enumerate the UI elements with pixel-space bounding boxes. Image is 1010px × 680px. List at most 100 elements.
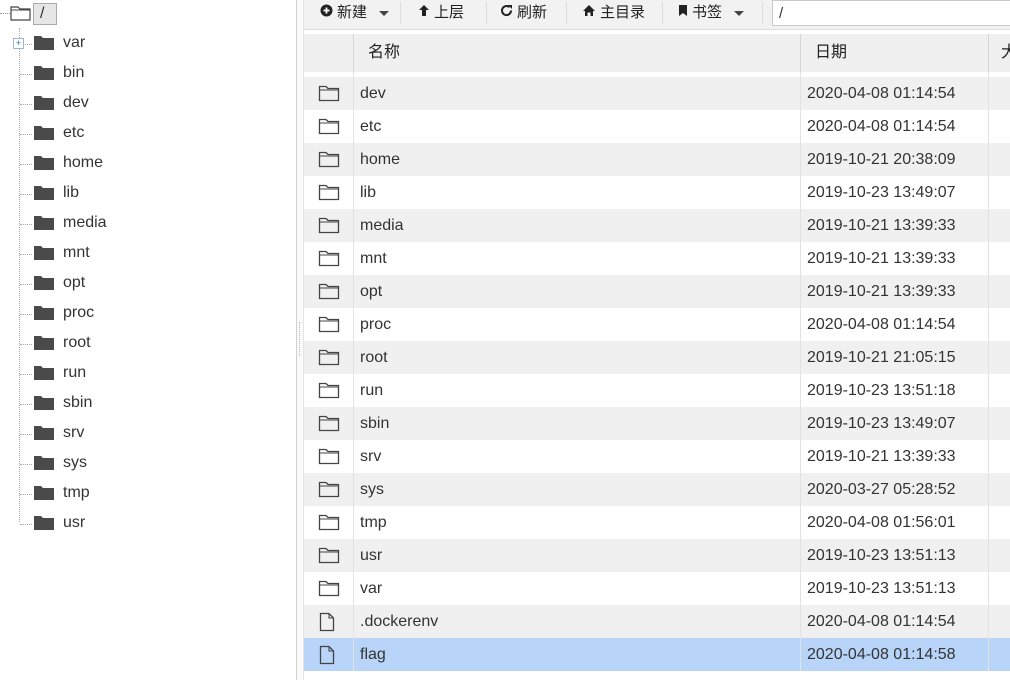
row-date: 2019-10-21 13:39:33 — [801, 440, 989, 473]
tree-connector — [20, 374, 32, 375]
table-row[interactable]: media 2019-10-21 13:39:33 — [304, 209, 1010, 242]
plus-circle-icon — [320, 1, 333, 25]
row-icon-cell — [304, 110, 354, 143]
tree-item-var[interactable]: + var — [0, 29, 290, 59]
up-level-button[interactable]: 上层 — [418, 0, 464, 26]
arrow-up-icon — [418, 1, 430, 25]
table-row[interactable]: proc 2020-04-08 01:14:54 — [304, 308, 1010, 341]
row-size — [989, 638, 1010, 671]
toolbar-divider — [762, 2, 763, 24]
row-date: 2019-10-23 13:49:07 — [801, 407, 989, 440]
row-date: 2019-10-21 21:05:15 — [801, 341, 989, 374]
tree-item-usr[interactable]: usr — [0, 509, 290, 539]
table-row[interactable]: srv 2019-10-21 13:39:33 — [304, 440, 1010, 473]
table-row[interactable]: etc 2020-04-08 01:14:54 — [304, 110, 1010, 143]
row-name: root — [354, 341, 801, 374]
new-button[interactable]: 新建 — [320, 0, 390, 26]
refresh-button[interactable]: 刷新 — [500, 0, 547, 26]
table-row[interactable]: usr 2019-10-23 13:51:13 — [304, 539, 1010, 572]
row-name: mnt — [354, 242, 801, 275]
table-row[interactable]: var 2019-10-23 13:51:13 — [304, 572, 1010, 605]
tree-item-label: srv — [63, 424, 85, 441]
tree-item-proc[interactable]: proc — [0, 299, 290, 329]
table-row[interactable]: tmp 2020-04-08 01:56:01 — [304, 506, 1010, 539]
column-header-size[interactable]: 大 — [989, 34, 1010, 72]
tree-item-sys[interactable]: sys — [0, 449, 290, 479]
row-name: .dockerenv — [354, 605, 801, 638]
splitter-grip[interactable] — [299, 322, 302, 356]
row-icon-cell — [304, 473, 354, 506]
tree-item-label: mnt — [63, 244, 90, 261]
row-date: 2019-10-21 13:39:33 — [801, 242, 989, 275]
chevron-down-icon — [734, 10, 745, 16]
tree-connector — [20, 164, 32, 165]
tree-item-label: home — [63, 154, 104, 171]
row-date: 2020-04-08 01:14:54 — [801, 110, 989, 143]
bookmark-button[interactable]: 书签 — [678, 0, 745, 26]
path-input[interactable] — [772, 0, 1010, 26]
tree-item-label: lib — [63, 184, 80, 201]
folder-icon — [33, 275, 55, 296]
tree-item-label: var — [63, 34, 86, 51]
row-name: sys — [354, 473, 801, 506]
tree-item-media[interactable]: media — [0, 209, 290, 239]
row-name: opt — [354, 275, 801, 308]
tree-item-run[interactable]: run — [0, 359, 290, 389]
tree-connector — [20, 224, 32, 225]
tree-connector — [20, 74, 32, 75]
file-grid: 名称 日期 大 dev 2020-04-08 01:14:54 etc 2020-04… — [304, 34, 1010, 680]
column-header-date[interactable]: 日期 — [801, 34, 989, 72]
row-icon-cell — [304, 506, 354, 539]
row-size — [989, 110, 1010, 143]
tree-item-etc[interactable]: etc — [0, 119, 290, 149]
table-row[interactable]: sbin 2019-10-23 13:49:07 — [304, 407, 1010, 440]
tree-root-label[interactable]: / — [33, 3, 57, 25]
table-row[interactable]: root 2019-10-21 21:05:15 — [304, 341, 1010, 374]
table-row[interactable]: .dockerenv 2020-04-08 01:14:54 — [304, 605, 1010, 638]
folder-icon — [33, 155, 55, 176]
row-size — [989, 374, 1010, 407]
tree-item-mnt[interactable]: mnt — [0, 239, 290, 269]
row-icon-cell — [304, 605, 354, 638]
table-row[interactable]: home 2019-10-21 20:38:09 — [304, 143, 1010, 176]
expand-plus-icon[interactable]: + — [13, 38, 24, 49]
new-button-label: 新建 — [337, 4, 368, 21]
row-icon-cell — [304, 572, 354, 605]
tree-connector — [20, 494, 32, 495]
tree-item-opt[interactable]: opt — [0, 269, 290, 299]
row-name: usr — [354, 539, 801, 572]
folder-icon — [33, 515, 55, 536]
tree-item-root[interactable]: root — [0, 329, 290, 359]
toolbar-divider — [400, 2, 401, 24]
row-icon-cell — [304, 209, 354, 242]
column-header-name[interactable]: 名称 — [354, 34, 801, 72]
table-row[interactable]: mnt 2019-10-21 13:39:33 — [304, 242, 1010, 275]
table-row[interactable]: lib 2019-10-23 13:49:07 — [304, 176, 1010, 209]
table-row[interactable]: dev 2020-04-08 01:14:54 — [304, 77, 1010, 110]
tree-item-srv[interactable]: srv — [0, 419, 290, 449]
row-icon-cell — [304, 176, 354, 209]
bookmark-label: 书签 — [692, 4, 723, 21]
toolbar-divider — [486, 2, 487, 24]
home-dir-button[interactable]: 主目录 — [582, 0, 645, 26]
tree-item-label: sbin — [63, 394, 93, 411]
folder-icon — [33, 125, 55, 146]
tree-item-bin[interactable]: bin — [0, 59, 290, 89]
tree-item-label: usr — [63, 514, 86, 531]
tree-item-tmp[interactable]: tmp — [0, 479, 290, 509]
tree-item-sbin[interactable]: sbin — [0, 389, 290, 419]
table-row[interactable]: sys 2020-03-27 05:28:52 — [304, 473, 1010, 506]
tree-item-dev[interactable]: dev — [0, 89, 290, 119]
folder-icon — [33, 395, 55, 416]
tree-item-home[interactable]: home — [0, 149, 290, 179]
pane-splitter[interactable] — [296, 0, 304, 680]
row-date: 2019-10-23 13:51:18 — [801, 374, 989, 407]
tree-item-lib[interactable]: lib — [0, 179, 290, 209]
tree-connector — [20, 134, 32, 135]
row-size — [989, 506, 1010, 539]
table-row[interactable]: run 2019-10-23 13:51:18 — [304, 374, 1010, 407]
row-size — [989, 209, 1010, 242]
table-row[interactable]: opt 2019-10-21 13:39:33 — [304, 275, 1010, 308]
row-name: home — [354, 143, 801, 176]
table-row[interactable]: flag 2020-04-08 01:14:58 — [304, 638, 1010, 671]
